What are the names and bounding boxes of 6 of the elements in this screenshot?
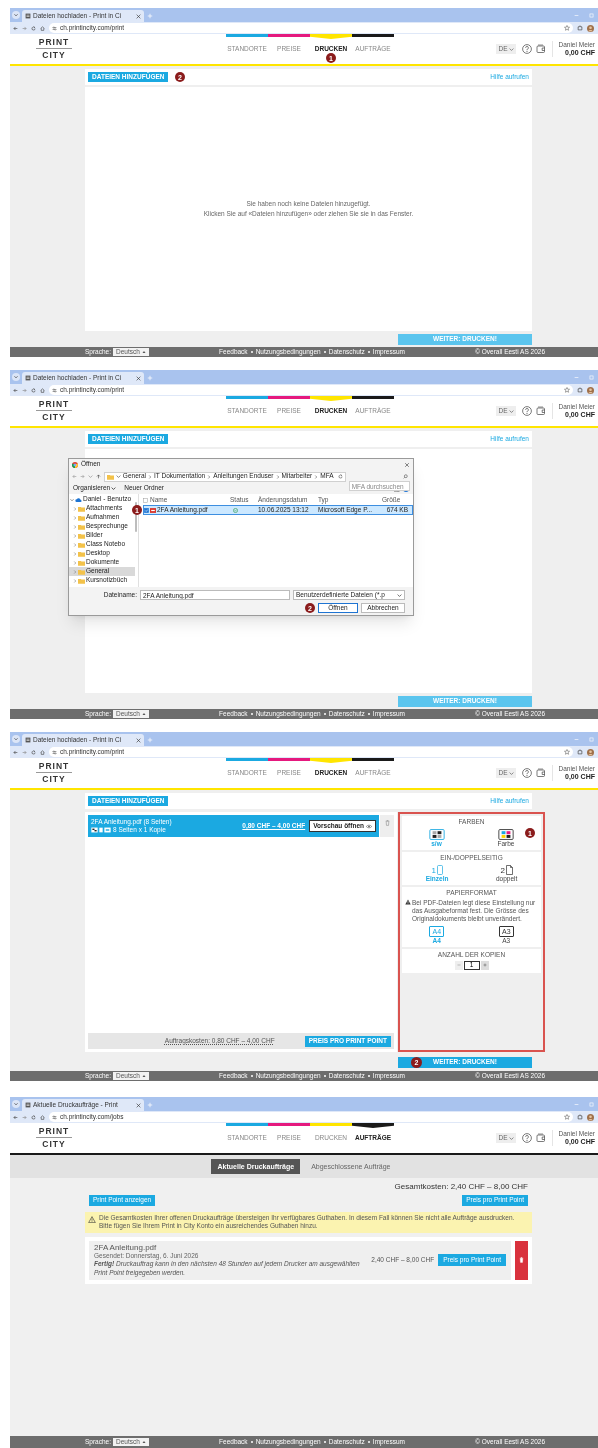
logo: PRINT CITY (35, 38, 73, 59)
total-cost: Gesamtkosten: 2,40 CHF – 8,00 CHF (394, 1183, 528, 1191)
logo: PRINT CITY (35, 400, 73, 421)
job-name: 2FA Anleitung.pdf (94, 1243, 158, 1252)
logo: PRINT CITY (35, 1127, 73, 1148)
logo: PRINT CITY (35, 762, 73, 783)
